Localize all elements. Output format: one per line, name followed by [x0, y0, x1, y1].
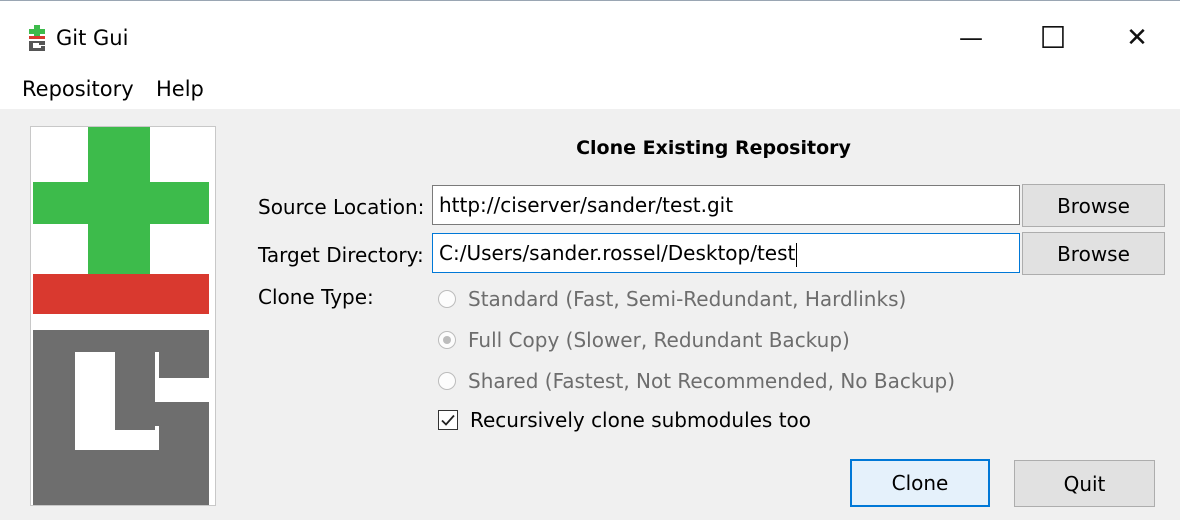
clone-type-shared-option[interactable]: Shared (Fastest, Not Recommended, No Bac… [438, 366, 955, 396]
target-browse-button[interactable]: Browse [1022, 232, 1165, 275]
maximize-icon: ☐ [1039, 20, 1067, 56]
maximize-button[interactable]: ☐ [1030, 15, 1076, 61]
recursive-submodules-label: Recursively clone submodules too [470, 408, 812, 432]
text-caret [796, 242, 798, 267]
radio-full-copy-label: Full Copy (Slower, Redundant Backup) [468, 328, 850, 352]
menu-help[interactable]: Help [156, 77, 204, 101]
radio-standard-label: Standard (Fast, Semi-Redundant, Hardlink… [468, 287, 907, 311]
radio-standard[interactable] [438, 290, 456, 308]
target-directory-label: Target Directory: [258, 243, 424, 267]
quit-button[interactable]: Quit [1014, 460, 1155, 507]
window-title: Git Gui [56, 26, 129, 50]
clone-type-standard-option[interactable]: Standard (Fast, Semi-Redundant, Hardlink… [438, 284, 906, 314]
recursive-submodules-option[interactable]: Recursively clone submodules too [438, 405, 811, 435]
source-location-input[interactable]: http://ciserver/sander/test.git [432, 185, 1020, 225]
close-icon: ✕ [1126, 23, 1148, 53]
git-gui-app-icon [29, 25, 45, 51]
menu-repository[interactable]: Repository [22, 77, 134, 101]
checkmark-icon [441, 414, 455, 426]
git-gui-window: Git Gui — ☐ ✕ Repository Help Clone Exis… [0, 0, 1180, 520]
radio-full-copy[interactable] [438, 331, 456, 349]
close-window-button[interactable]: ✕ [1114, 15, 1160, 61]
target-directory-value: C:/Users/sander.rossel/Desktop/test [439, 241, 796, 265]
clone-type-full-copy-option[interactable]: Full Copy (Slower, Redundant Backup) [438, 325, 850, 355]
radio-shared-label: Shared (Fastest, Not Recommended, No Bac… [468, 369, 955, 393]
radio-shared[interactable] [438, 372, 456, 390]
target-directory-input[interactable]: C:/Users/sander.rossel/Desktop/test [432, 233, 1020, 273]
source-location-label: Source Location: [258, 195, 425, 219]
dialog-heading: Clone Existing Repository [576, 137, 851, 159]
minimize-button[interactable]: — [948, 15, 994, 61]
source-browse-button[interactable]: Browse [1022, 184, 1165, 227]
minimize-icon: — [959, 24, 983, 52]
git-logo-panel [30, 126, 216, 506]
recursive-submodules-checkbox[interactable] [438, 410, 458, 430]
git-logo-icon [33, 127, 209, 505]
clone-type-label: Clone Type: [258, 285, 374, 309]
title-bar: Git Gui — ☐ ✕ [0, 1, 1180, 71]
clone-dialog: Clone Existing Repository Source Locatio… [0, 109, 1180, 520]
clone-button[interactable]: Clone [850, 459, 990, 507]
menu-bar: Repository Help [0, 71, 1180, 109]
